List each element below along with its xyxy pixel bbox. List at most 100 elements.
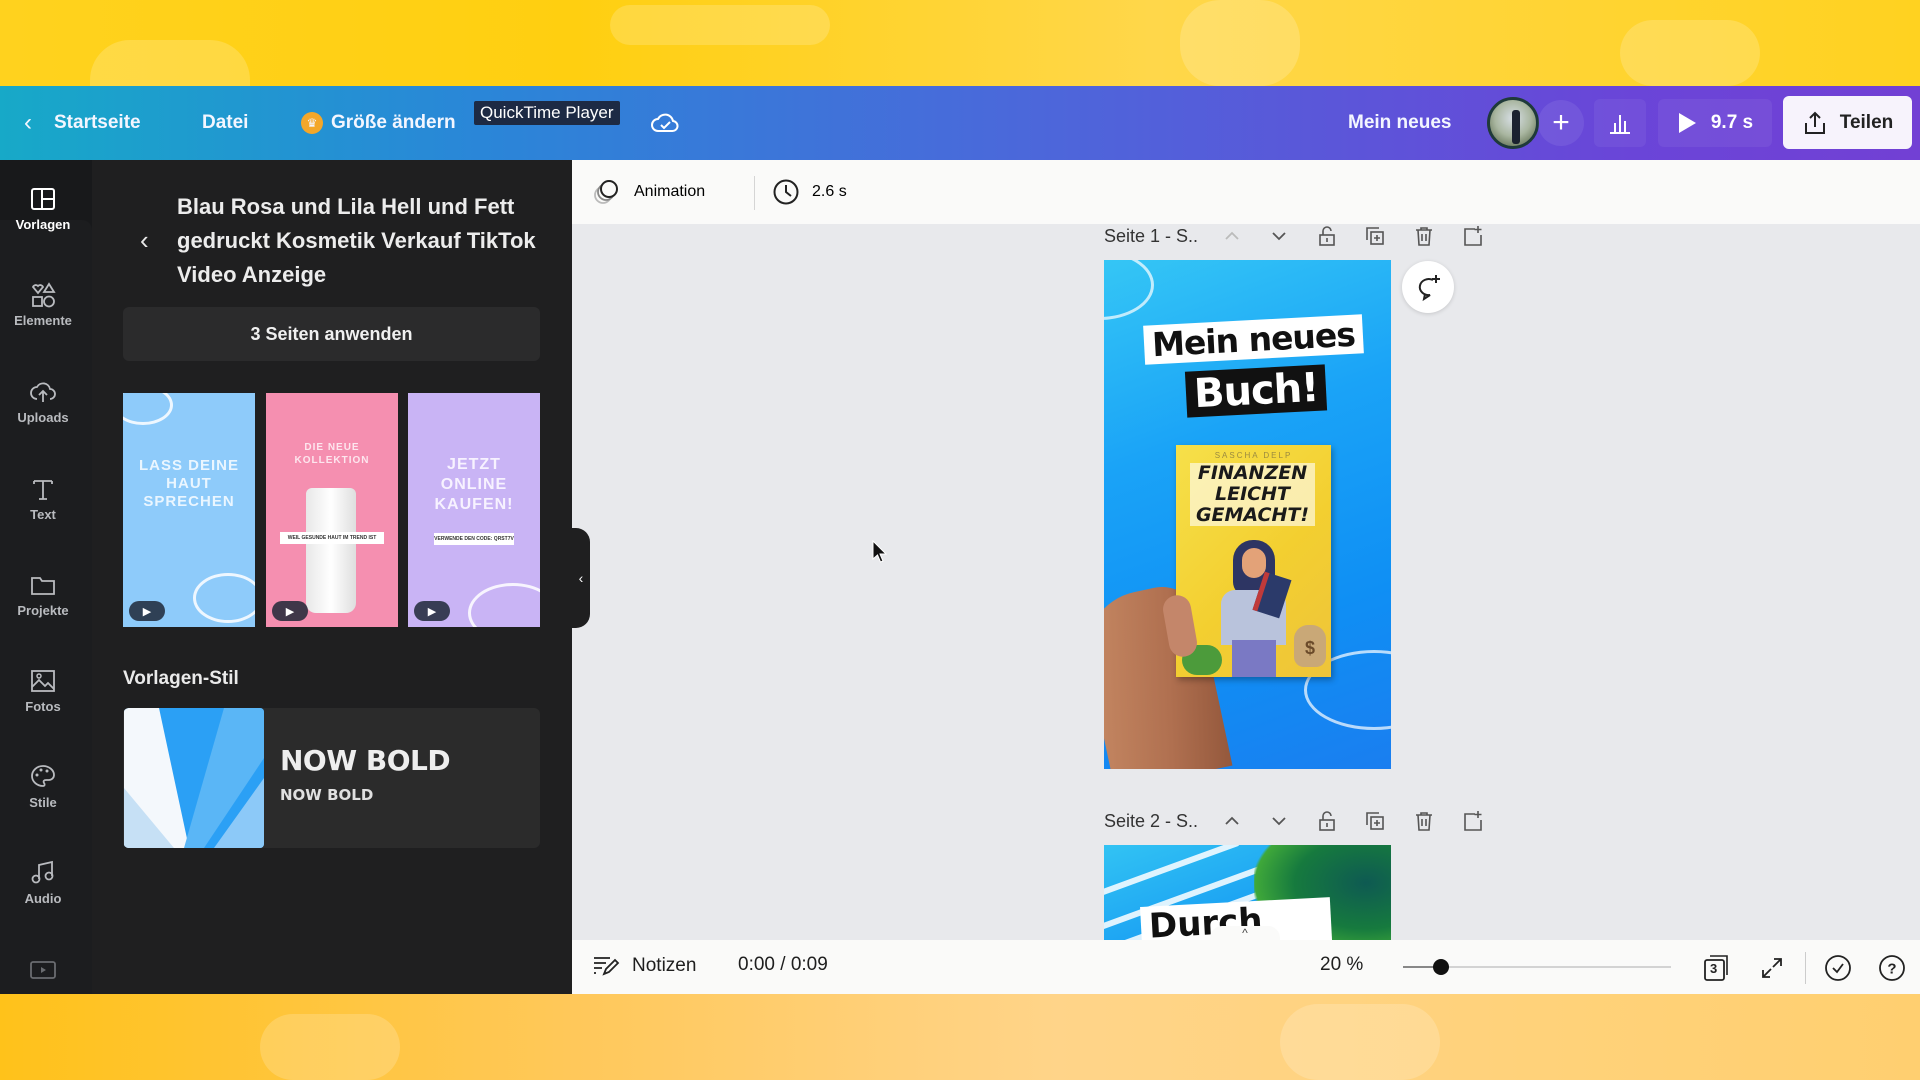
design-title[interactable]: Mein neues: [1348, 112, 1451, 134]
style-name: NOW BOLD: [280, 744, 451, 777]
move-page-up-button[interactable]: [1219, 223, 1245, 249]
play-icon: [1678, 113, 1696, 133]
share-button[interactable]: Teilen: [1783, 96, 1912, 149]
cloud-check-icon: [651, 113, 679, 132]
add-page-button[interactable]: [1460, 223, 1486, 249]
cloud-upload-icon: [30, 382, 56, 402]
avatar[interactable]: [1487, 97, 1539, 149]
delete-page-button[interactable]: [1411, 223, 1437, 249]
chevron-left-icon: ‹: [578, 570, 584, 586]
headline-line-2: Buch!: [1184, 364, 1328, 418]
toolbar-divider: [754, 176, 755, 210]
play-preview-icon[interactable]: ▶: [272, 601, 308, 621]
rail-item-vorlagen[interactable]: Vorlagen: [0, 185, 86, 232]
insights-button[interactable]: [1594, 99, 1646, 147]
notes-icon: [594, 957, 620, 976]
duplicate-icon: [1366, 812, 1384, 830]
character-legs: [1232, 640, 1276, 677]
move-page-down-button[interactable]: [1266, 808, 1292, 834]
add-page-button[interactable]: [1460, 808, 1486, 834]
lock-page-button[interactable]: [1314, 808, 1340, 834]
rail-item-fotos[interactable]: Fotos: [0, 667, 86, 714]
background-shape: [1280, 1004, 1440, 1080]
rail-item-audio[interactable]: Audio: [0, 859, 86, 906]
playback-time: 0:00 / 0:09: [738, 954, 828, 976]
plus-icon: +: [1552, 106, 1570, 139]
duplicate-icon: [1366, 227, 1384, 245]
add-comment-button[interactable]: [1402, 261, 1454, 313]
template-page-thumbnail[interactable]: DIE NEUE KOLLEKTION WEIL GESUNDE HAUT IM…: [266, 393, 398, 627]
add-collaborator-button[interactable]: +: [1538, 100, 1584, 146]
template-page-thumbnail[interactable]: JETZT ONLINE KAUFEN! VERWENDE DEN CODE: …: [408, 393, 540, 627]
time-readout: 0:00 / 0:09: [738, 954, 828, 975]
background-shape: [1620, 20, 1760, 86]
page-title[interactable]: Seite 1 - S..: [1104, 226, 1198, 247]
back-to-home-button[interactable]: ‹ Startseite: [24, 109, 141, 137]
rail-item-elemente[interactable]: Elemente: [0, 281, 86, 328]
rail-item-projekte[interactable]: Projekte: [0, 571, 86, 618]
template-page-thumbnail[interactable]: LASS DEINE HAUT SPRECHEN ▶: [123, 393, 255, 627]
headline-line-1: Mein neues: [1143, 314, 1364, 365]
background-shape: [1180, 0, 1300, 86]
animation-button[interactable]: Animation: [592, 178, 705, 206]
apply-pages-button[interactable]: 3 Seiten anwenden: [123, 307, 540, 361]
upload-share-icon: [1804, 111, 1825, 134]
lock-page-button[interactable]: [1314, 223, 1340, 249]
animation-label: Animation: [634, 183, 706, 200]
template-style-card[interactable]: NOW BOLD NOW BOLD: [123, 708, 540, 848]
home-label: Startseite: [54, 112, 141, 133]
page-1-canvas[interactable]: Mein neues Buch! SASCHA DELP FINANZEN LE…: [1104, 260, 1391, 769]
zoom-slider-handle[interactable]: [1432, 959, 1449, 975]
file-menu-button[interactable]: Datei: [202, 112, 248, 134]
page-count: 3: [1710, 961, 1718, 976]
rail-label: Projekte: [17, 603, 69, 618]
rail-label: Stile: [29, 795, 57, 810]
template-icon: [31, 188, 55, 210]
help-button[interactable]: ?: [1876, 952, 1908, 984]
move-page-up-button[interactable]: [1219, 808, 1245, 834]
help-icon: ?: [1879, 955, 1905, 981]
thumbnail-text: LASS DEINE HAUT SPRECHEN: [138, 457, 239, 510]
play-preview-icon[interactable]: ▶: [129, 601, 165, 621]
zoom-level[interactable]: 20 %: [1320, 954, 1363, 976]
zoom-percent: 20 %: [1320, 954, 1364, 975]
collapse-panel-button[interactable]: ‹: [572, 528, 590, 628]
rail-item-stile[interactable]: Stile: [0, 763, 86, 810]
rail-item-uploads[interactable]: Uploads: [0, 378, 86, 425]
chevron-up-icon: ^: [1242, 926, 1248, 940]
panel-back-button[interactable]: ‹: [140, 225, 149, 256]
chevron-down-icon: [1272, 232, 1286, 241]
book-title: FINANZEN LEICHT GEMACHT!: [1190, 463, 1315, 526]
rail-label: Elemente: [14, 313, 72, 328]
delete-page-button[interactable]: [1411, 808, 1437, 834]
notes-button[interactable]: Notizen: [592, 954, 696, 978]
play-button[interactable]: 9.7 s: [1658, 99, 1772, 147]
page-title[interactable]: Seite 2 - S..: [1104, 811, 1198, 832]
thumbnail-caption: WEIL GESUNDE HAUT IM TREND IST: [280, 532, 384, 544]
shapes-icon: [31, 282, 56, 308]
duration-button[interactable]: 2.6 s: [772, 178, 847, 206]
duplicate-page-button[interactable]: [1362, 808, 1388, 834]
background-shape: [610, 5, 830, 45]
add-page-icon: [1464, 811, 1482, 831]
resize-button[interactable]: ♛ Größe ändern: [301, 112, 456, 134]
chevron-left-icon: ‹: [140, 225, 149, 255]
unlock-icon: [1319, 226, 1335, 246]
style-preview-graphic: [124, 708, 264, 848]
palette-icon: [31, 765, 55, 787]
duplicate-page-button[interactable]: [1362, 223, 1388, 249]
rail-item-video[interactable]: [0, 960, 86, 980]
file-label: Datei: [202, 112, 249, 133]
page-duration: 2.6 s: [812, 183, 847, 200]
page-grid-button[interactable]: 3: [1700, 952, 1732, 984]
chevron-left-icon: ‹: [24, 109, 32, 136]
move-page-down-button[interactable]: [1266, 223, 1292, 249]
play-duration: 9.7 s: [1710, 112, 1754, 133]
fullscreen-button[interactable]: [1756, 952, 1788, 984]
rail-item-text[interactable]: Text: [0, 475, 86, 522]
save-status-button[interactable]: [650, 109, 680, 137]
design-title-label: Mein neues: [1348, 112, 1452, 133]
check-button[interactable]: [1822, 952, 1854, 984]
quicktime-tooltip: QuickTime Player: [474, 101, 620, 125]
play-preview-icon[interactable]: ▶: [414, 601, 450, 621]
